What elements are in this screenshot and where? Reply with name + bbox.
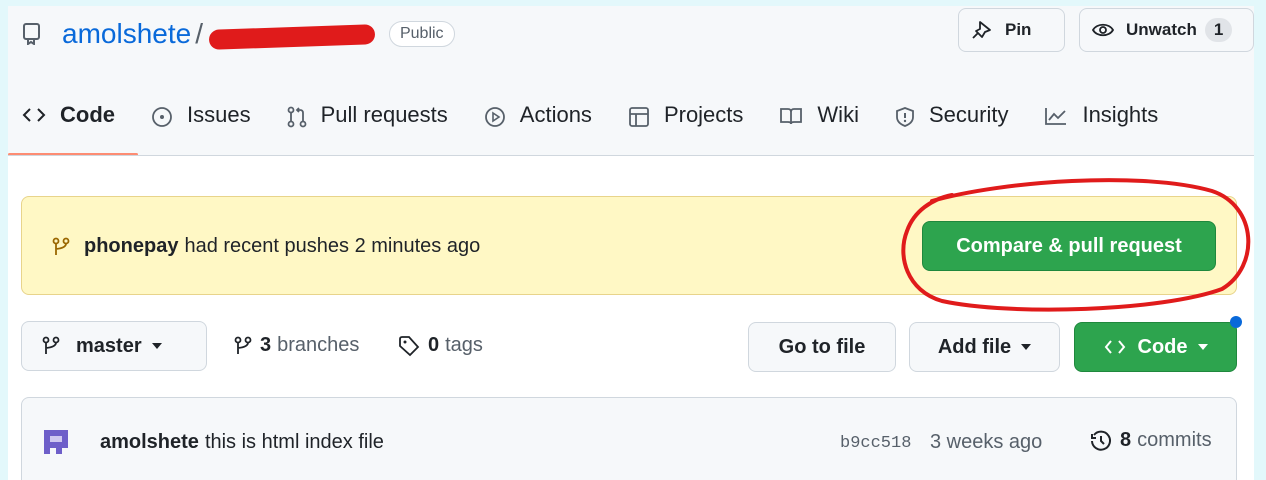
tab-code[interactable]: Code: [22, 102, 115, 156]
add-file-button[interactable]: Add file: [909, 322, 1060, 372]
tab-wiki[interactable]: Wiki: [779, 102, 859, 156]
commits-label: commits: [1137, 429, 1212, 451]
repo-page: amolshete / Public Pin Unwatch 1 Code Is…: [8, 6, 1254, 480]
tab-pull-requests[interactable]: Pull requests: [287, 102, 448, 156]
recent-pushes-banner: phonepay had recent pushes 2 minutes ago…: [21, 196, 1237, 295]
graph-icon: [1045, 108, 1067, 125]
repo-nav-tabs: Code Issues Pull requests Actions Projec…: [22, 102, 1194, 156]
unwatch-button[interactable]: Unwatch 1: [1079, 8, 1254, 52]
avatar[interactable]: [44, 430, 68, 454]
tab-pull-requests-label: Pull requests: [320, 102, 448, 127]
tags-label: tags: [445, 334, 483, 356]
code-icon: [22, 108, 46, 122]
redacted-repo-name: [208, 24, 376, 50]
code-button-label: Code: [1137, 335, 1188, 358]
chevron-down-icon: [1197, 344, 1208, 350]
branch-icon: [234, 336, 252, 354]
watch-count: 1: [1204, 18, 1233, 42]
recent-pushes-message: had recent pushes 2 minutes ago: [184, 235, 481, 257]
pin-label: Pin: [1005, 20, 1032, 39]
pull-request-icon: [287, 106, 306, 128]
tab-projects-label: Projects: [663, 102, 744, 127]
commit-sha[interactable]: b9cc518: [840, 434, 911, 453]
issue-icon: [152, 107, 172, 127]
tab-insights-label: Insights: [1082, 102, 1159, 127]
chevron-down-icon: [151, 343, 162, 349]
tab-issues[interactable]: Issues: [151, 102, 251, 156]
tab-insights[interactable]: Insights: [1044, 102, 1158, 156]
branch-icon: [42, 336, 60, 354]
current-branch-label: master: [76, 334, 142, 357]
commits-history-link[interactable]: 8 commits: [1090, 429, 1212, 452]
notification-dot: [1230, 316, 1242, 328]
history-icon: [1091, 430, 1111, 451]
tags-count: 0: [428, 334, 440, 356]
commit-time: 3 weeks ago: [930, 431, 1043, 453]
tab-security-label: Security: [928, 102, 1009, 127]
tab-projects[interactable]: Projects: [628, 102, 743, 156]
commit-message: amolshete this is html index file: [100, 431, 384, 454]
recent-pushes-text: phonepay had recent pushes 2 minutes ago: [52, 235, 480, 258]
book-icon: [780, 108, 803, 125]
branches-count: 3: [260, 334, 272, 356]
tab-actions[interactable]: Actions: [484, 102, 592, 156]
code-icon: [1104, 340, 1125, 354]
branch-icon: [52, 237, 70, 255]
eye-icon: [1092, 23, 1114, 37]
tab-actions-label: Actions: [519, 102, 592, 127]
visibility-badge: Public: [388, 21, 455, 47]
chevron-down-icon: [1021, 344, 1032, 350]
tag-icon: [399, 335, 420, 356]
branches-link[interactable]: 3 branches: [234, 334, 359, 357]
commit-text[interactable]: this is html index file: [205, 431, 384, 453]
tab-code-label: Code: [60, 102, 115, 127]
tab-issues-label: Issues: [187, 102, 251, 127]
pushed-branch-name[interactable]: phonepay: [84, 235, 178, 258]
latest-commit-box: amolshete this is html index file b9cc518…: [21, 397, 1237, 480]
pin-icon: [972, 21, 991, 39]
repo-icon: [22, 23, 44, 45]
tab-security[interactable]: Security: [895, 102, 1008, 156]
go-to-file-button[interactable]: Go to file: [748, 322, 896, 372]
tab-wiki-label: Wiki: [817, 102, 859, 127]
repo-path-separator: /: [195, 18, 203, 49]
branch-select-button[interactable]: master: [21, 321, 207, 371]
shield-icon: [896, 107, 914, 127]
pin-button[interactable]: Pin: [958, 8, 1065, 52]
repo-owner-link[interactable]: amolshete: [62, 18, 191, 50]
play-icon: [484, 107, 505, 127]
commit-author[interactable]: amolshete: [100, 431, 199, 453]
compare-pull-request-button[interactable]: Compare & pull request: [922, 221, 1216, 271]
commit-count: 8: [1120, 429, 1132, 451]
tags-link[interactable]: 0 tags: [398, 334, 483, 357]
repo-header: amolshete / Public: [22, 14, 455, 54]
unwatch-label: Unwatch: [1126, 20, 1197, 39]
table-icon: [629, 107, 649, 127]
branches-label: branches: [277, 334, 360, 356]
code-download-button[interactable]: Code: [1074, 322, 1237, 372]
add-file-label: Add file: [937, 335, 1012, 358]
